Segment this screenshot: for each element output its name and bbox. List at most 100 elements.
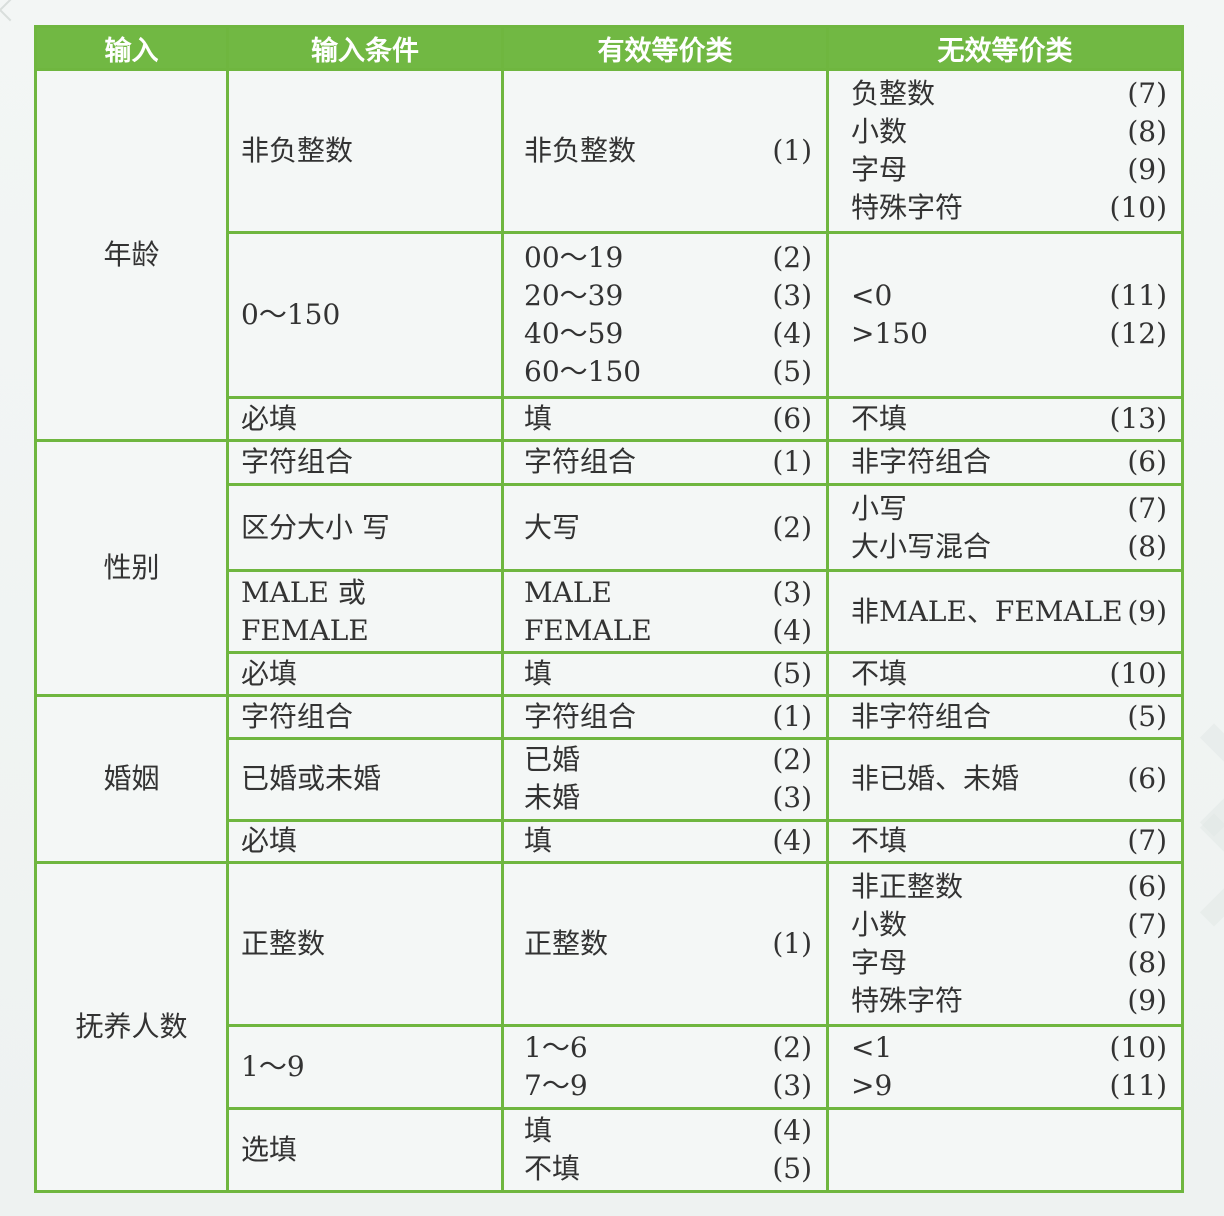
valid-class-entry: FEMALE (4) [524, 612, 812, 650]
invalid-class-cell [826, 1107, 1184, 1193]
invalid-class-text: 不填 [851, 656, 908, 690]
invalid-class-entry: 小数 (8) [851, 113, 1167, 151]
input-condition-cell: MALE 或 FEMALE [226, 569, 504, 655]
valid-class-text: 大写 [524, 510, 581, 544]
valid-class-cell: 填 (5) [501, 651, 829, 697]
valid-class-number: (4) [772, 1114, 812, 1148]
invalid-class-number: (7) [1127, 824, 1167, 858]
equivalence-class-table: 输入 输入条件 有效等价类 无效等价类 年龄 非负整数 非负整数 (1) 负整数 (7) 小… [34, 25, 1184, 1194]
invalid-class-cell: 非MALE、FEMALE (9) [826, 569, 1184, 655]
invalid-class-text: 特殊字符 [851, 984, 964, 1018]
input-name-cell: 性别 [34, 439, 229, 697]
valid-class-number: (4) [772, 317, 812, 351]
valid-class-entry: 填 (4) [524, 1112, 812, 1150]
invalid-class-text: >9 [851, 1069, 893, 1103]
valid-class-text: 20～39 [524, 279, 624, 313]
valid-class-cell: 00～19 (2) 20～39 (3) 40～59 (4) 60～150 (5) [501, 231, 829, 399]
invalid-class-text: 小写 [851, 491, 908, 525]
invalid-class-entry: >9 (11) [851, 1067, 1167, 1105]
invalid-class-entry: 非已婚、未婚 (6) [851, 760, 1167, 798]
input-name-cell: 抚养人数 [34, 860, 229, 1194]
table-body: 年龄 非负整数 非负整数 (1) 负整数 (7) 小数 (8) 字母 (9) 特殊字符 (10) 0～1… [34, 67, 1184, 1194]
valid-class-number: (1) [772, 699, 812, 733]
invalid-class-text: 字母 [851, 153, 908, 187]
valid-class-entry: 60～150 (5) [524, 353, 812, 391]
invalid-class-text: 非字符组合 [851, 445, 992, 479]
invalid-class-number: (7) [1127, 491, 1167, 525]
valid-class-number: (6) [772, 402, 812, 436]
valid-class-cell: 已婚 (2) 未婚 (3) [501, 736, 829, 822]
input-condition-cell: 区分大小 写 [226, 482, 504, 573]
valid-class-number: (4) [772, 824, 812, 858]
invalid-class-number: (10) [1109, 1031, 1167, 1065]
invalid-class-text: 大小写混合 [851, 529, 992, 563]
valid-class-entry: 未婚 (3) [524, 779, 812, 817]
valid-class-entry: 填 (4) [524, 822, 812, 860]
valid-class-entry: 填 (6) [524, 400, 812, 438]
valid-class-entry: 填 (5) [524, 655, 812, 693]
input-condition-cell: 必填 [226, 395, 504, 443]
valid-class-number: (3) [772, 781, 812, 815]
invalid-class-number: (5) [1127, 699, 1167, 733]
valid-class-entry: 大写 (2) [524, 509, 812, 547]
invalid-class-number: (12) [1109, 317, 1167, 351]
invalid-class-number: (9) [1127, 153, 1167, 187]
valid-class-text: 未婚 [524, 781, 581, 815]
valid-class-number: (5) [772, 656, 812, 690]
invalid-class-number: (8) [1127, 529, 1167, 563]
invalid-class-cell: 非字符组合 (6) [826, 439, 1184, 486]
invalid-class-entry: 字母 (8) [851, 944, 1167, 982]
invalid-class-cell: 不填 (7) [826, 818, 1184, 864]
input-condition-cell: 字符组合 [226, 439, 504, 486]
invalid-class-text: 非正整数 [851, 870, 964, 904]
invalid-class-text: 特殊字符 [851, 191, 964, 225]
valid-class-entry: 7～9 (3) [524, 1067, 812, 1105]
invalid-class-entry: 不填 (7) [851, 822, 1167, 860]
invalid-class-entry: 负整数 (7) [851, 75, 1167, 113]
invalid-class-number: (9) [1127, 594, 1167, 628]
valid-class-entry: 正整数 (1) [524, 925, 812, 963]
header-valid-class: 有效等价类 [501, 25, 829, 71]
invalid-class-text: <1 [851, 1031, 893, 1065]
invalid-class-number: (11) [1109, 279, 1167, 313]
valid-class-cell: 字符组合 (1) [501, 439, 829, 486]
invalid-class-entry: 字母 (9) [851, 151, 1167, 189]
invalid-class-number: (6) [1127, 870, 1167, 904]
invalid-class-cell: 不填 (10) [826, 651, 1184, 697]
invalid-class-text: <0 [851, 279, 893, 313]
equivalence-class-table-container: 输入 输入条件 有效等价类 无效等价类 年龄 非负整数 非负整数 (1) 负整数 (7) 小… [34, 25, 1184, 1194]
invalid-class-entry: 不填 (10) [851, 655, 1167, 693]
invalid-class-cell: 小写 (7) 大小写混合 (8) [826, 482, 1184, 573]
valid-class-text: FEMALE [524, 613, 652, 647]
valid-class-number: (2) [772, 241, 812, 275]
valid-class-number: (2) [772, 743, 812, 777]
table-row: 性别 字符组合 字符组合 (1) 非字符组合 (6) [34, 439, 1184, 697]
valid-class-cell: 填 (4) [501, 818, 829, 864]
invalid-class-number: (10) [1109, 656, 1167, 690]
valid-class-cell: 填 (4) 不填 (5) [501, 1107, 829, 1193]
table-row: 年龄 非负整数 非负整数 (1) 负整数 (7) 小数 (8) 字母 (9) 特殊字符 (10) [34, 67, 1184, 443]
valid-class-number: (1) [772, 134, 812, 168]
invalid-class-entry: 小数 (7) [851, 906, 1167, 944]
valid-class-entry: 20～39 (3) [524, 277, 812, 315]
valid-class-text: 7～9 [524, 1069, 588, 1103]
valid-class-entry: MALE (3) [524, 574, 812, 612]
valid-class-cell: MALE (3) FEMALE (4) [501, 569, 829, 655]
input-condition-cell: 正整数 [226, 860, 504, 1028]
valid-class-cell: 字符组合 (1) [501, 693, 829, 740]
input-condition-cell: 1～9 [226, 1024, 504, 1111]
valid-class-number: (1) [772, 445, 812, 479]
invalid-class-cell: 非已婚、未婚 (6) [826, 736, 1184, 822]
invalid-class-number: (7) [1127, 908, 1167, 942]
invalid-class-number: (13) [1109, 402, 1167, 436]
invalid-class-entry: 非MALE、FEMALE (9) [851, 593, 1167, 631]
invalid-class-entry: 特殊字符 (10) [851, 189, 1167, 227]
invalid-class-text: 不填 [851, 402, 908, 436]
valid-class-entry: 40～59 (4) [524, 315, 812, 353]
input-condition-cell: 0～150 [226, 231, 504, 399]
corner-arrow-icon [0, 0, 22, 22]
input-condition-cell: 必填 [226, 818, 504, 864]
valid-class-text: MALE [524, 575, 612, 609]
valid-class-text: 1～6 [524, 1031, 588, 1065]
invalid-class-entry: 非正整数 (6) [851, 868, 1167, 906]
